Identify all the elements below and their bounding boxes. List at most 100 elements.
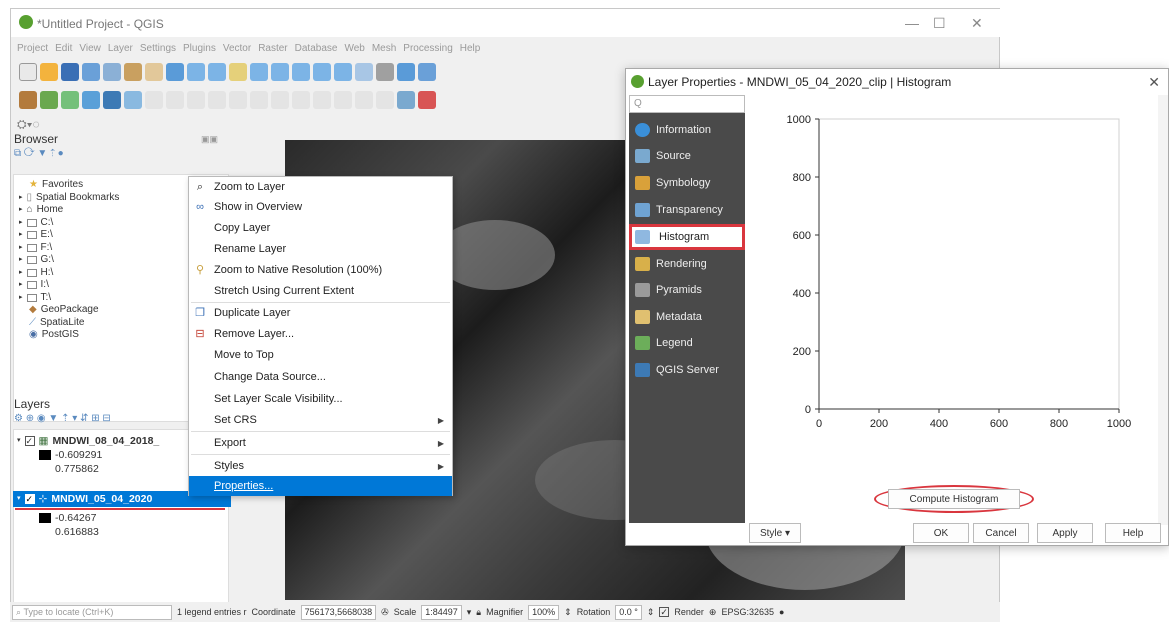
menu-move-to-top[interactable]: Move to Top [189, 345, 452, 365]
crs-button[interactable]: EPSG:32635 [721, 607, 774, 617]
layer-row-2018[interactable]: ▾ ✓ ▦ MNDWI_08_04_2018_ [17, 434, 159, 448]
dialog-close-icon[interactable]: ✕ [1148, 74, 1160, 91]
style-manager-icon[interactable] [124, 63, 142, 81]
menu-zoom-to-layer[interactable]: ⌕ Zoom to Layer [189, 177, 452, 197]
menu-remove-layer[interactable]: ⊟ Remove Layer... [189, 324, 452, 344]
save-project-icon[interactable] [61, 63, 79, 81]
zoom-full-icon[interactable] [229, 63, 247, 81]
panel-dock-icon[interactable]: ▣▣ [201, 134, 218, 145]
menu-project[interactable]: Project [17, 43, 48, 54]
tab-metadata[interactable]: Metadata [629, 304, 745, 330]
style-dropdown-button[interactable]: Style ▾ [749, 523, 801, 543]
tab-symbology[interactable]: Symbology [629, 170, 745, 196]
browser-toolbar-icons[interactable]: ⛭▾◌ [17, 117, 57, 131]
add-csv-icon[interactable] [103, 91, 121, 109]
menu-set-crs[interactable]: Set CRS ▶ [189, 410, 452, 430]
open-project-icon[interactable] [40, 63, 58, 81]
layer-checkbox[interactable]: ✓ [24, 494, 35, 505]
rotation-field[interactable]: 0.0 ° [615, 604, 642, 620]
label-icon[interactable] [376, 91, 394, 109]
digitize-icon[interactable] [145, 91, 163, 109]
tab-rendering[interactable]: Rendering [629, 251, 745, 277]
magnifier-field[interactable]: 100% [528, 604, 560, 620]
menu-set-scale-visibility[interactable]: Set Layer Scale Visibility... [189, 389, 452, 409]
tab-qgis-server[interactable]: QGIS Server [629, 357, 745, 383]
delete-selected-icon[interactable] [250, 91, 268, 109]
browser-item-h[interactable]: ▸ H:\ [19, 267, 119, 280]
rotation-spin-icon[interactable]: ⇕ [647, 607, 655, 618]
menu-edit[interactable]: Edit [55, 43, 72, 54]
zoom-layer-icon[interactable] [271, 63, 289, 81]
tab-transparency[interactable]: Transparency [629, 197, 745, 223]
apply-button[interactable]: Apply [1037, 523, 1093, 543]
browser-item-geopackage[interactable]: ◆ GeoPackage [19, 304, 119, 317]
browser-item-home[interactable]: ▸ ⌂ Home [19, 204, 119, 217]
pan-icon[interactable] [145, 63, 163, 81]
refresh-icon[interactable] [397, 63, 415, 81]
tab-legend[interactable]: Legend [629, 330, 745, 356]
menu-properties[interactable]: Properties... [189, 476, 452, 496]
compute-histogram-button[interactable]: Compute Histogram [888, 489, 1020, 509]
tab-source[interactable]: Source [629, 143, 745, 169]
browser-item-i[interactable]: ▸ I:\ [19, 279, 119, 292]
copy-features-icon[interactable] [292, 91, 310, 109]
scale-dropdown-icon[interactable]: ▾ [467, 607, 472, 618]
add-raster-icon[interactable] [61, 91, 79, 109]
menu-processing[interactable]: Processing [403, 43, 452, 54]
dialog-search-input[interactable]: Q [629, 95, 745, 113]
magnifier-spin-icon[interactable]: ⇕ [564, 607, 572, 618]
extents-toggle-icon[interactable]: ✇ [381, 607, 389, 618]
maximize-icon[interactable]: ☐ [933, 15, 946, 32]
locate-search-input[interactable]: ⌕ Type to locate (Ctrl+K) [12, 604, 172, 620]
vertex-tool-icon[interactable] [229, 91, 247, 109]
tab-information[interactable]: Information [629, 117, 745, 143]
print-layout-icon[interactable] [103, 63, 121, 81]
cancel-button[interactable]: Cancel [973, 523, 1029, 543]
menu-vector[interactable]: Vector [223, 43, 251, 54]
ok-button[interactable]: OK [913, 523, 969, 543]
new-project-icon[interactable] [19, 63, 37, 81]
save-edits-icon[interactable] [187, 91, 205, 109]
menu-copy-layer[interactable]: Copy Layer [189, 218, 452, 238]
menu-database[interactable]: Database [295, 43, 338, 54]
data-source-manager-icon[interactable] [19, 91, 37, 109]
menu-rename-layer[interactable]: Rename Layer [189, 239, 452, 259]
coordinate-field[interactable]: 756173,5668038 [300, 604, 377, 620]
cut-features-icon[interactable] [271, 91, 289, 109]
browser-item-c[interactable]: ▸ C:\ [19, 217, 119, 230]
menu-zoom-native[interactable]: ⚲ Zoom to Native Resolution (100%) [189, 260, 452, 280]
help-button[interactable]: Help [1105, 523, 1161, 543]
menu-raster[interactable]: Raster [258, 43, 287, 54]
menu-duplicate-layer[interactable]: ❐ Duplicate Layer [189, 303, 452, 323]
pan-to-selection-icon[interactable] [166, 63, 184, 81]
browser-item-e[interactable]: ▸ E:\ [19, 229, 119, 242]
zoom-native-icon[interactable] [292, 63, 310, 81]
render-checkbox[interactable]: ✓ [659, 607, 670, 617]
browser-item-t[interactable]: ▸ T:\ [19, 292, 119, 305]
add-mesh-icon[interactable] [82, 91, 100, 109]
browser-item-g[interactable]: ▸ G:\ [19, 254, 119, 267]
browser-item-favorites[interactable]: ★ Favorites [19, 179, 119, 192]
menu-mesh[interactable]: Mesh [372, 43, 396, 54]
lock-scale-icon[interactable]: 🔒︎ [476, 607, 481, 618]
add-geopackage-icon[interactable] [124, 91, 142, 109]
layer-row-2020[interactable]: ▾ ✓ ⊹ MNDWI_05_04_2020 [17, 493, 152, 506]
menu-stretch[interactable]: Stretch Using Current Extent [189, 281, 452, 301]
browser-item-postgis[interactable]: ◉ PostGIS [19, 329, 119, 342]
zoom-out-icon[interactable] [208, 63, 226, 81]
add-vector-icon[interactable] [40, 91, 58, 109]
undo-icon[interactable] [334, 91, 352, 109]
close-icon[interactable]: ✕ [971, 15, 983, 32]
scale-field[interactable]: 1:84497 [421, 604, 462, 620]
bookmark-icon[interactable] [376, 63, 394, 81]
menu-show-overview[interactable]: ∞ Show in Overview [189, 197, 452, 217]
zoom-selection-icon[interactable] [250, 63, 268, 81]
menu-styles[interactable]: Styles ▶ [189, 456, 452, 476]
tab-pyramids[interactable]: Pyramids [629, 277, 745, 303]
layer-checkbox[interactable]: ✓ [24, 436, 35, 446]
menu-plugins[interactable]: Plugins [183, 43, 216, 54]
edit-icon[interactable] [166, 91, 184, 109]
browser-toolbar[interactable]: ⧉ ⟳ ▼ ⇡ ● [14, 148, 64, 159]
messages-icon[interactable]: ● [779, 607, 784, 617]
new-map-view-icon[interactable] [355, 63, 373, 81]
